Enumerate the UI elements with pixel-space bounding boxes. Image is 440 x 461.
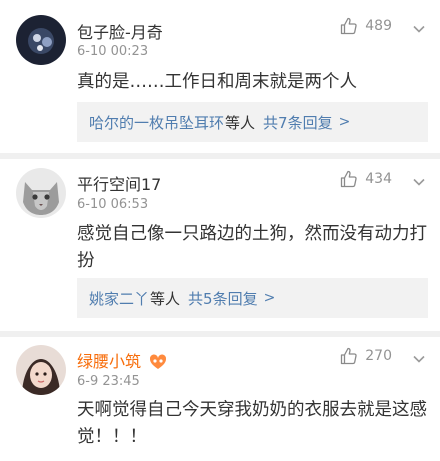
comment-text: 真的是……工作日和周末就是两个人	[77, 72, 357, 92]
chevron-down-icon[interactable]	[412, 175, 426, 189]
like-count: 434	[365, 171, 392, 187]
vip-badge-icon	[150, 354, 167, 369]
like-count: 270	[365, 348, 392, 364]
thumbs-up-icon	[341, 170, 357, 188]
comment-1: 包子脸-月奇 6-10 00:23 489 真的是……工作日和周末就是两个人 哈…	[0, 0, 440, 150]
timestamp: 6-10 00:23	[77, 44, 149, 59]
replies-link[interactable]: 哈尔的一枚吊坠耳环 等人 共7条回复 >	[77, 102, 428, 142]
replies-link[interactable]: 姚家二丫 等人 共5条回复 >	[77, 278, 428, 318]
avatar[interactable]	[16, 168, 66, 218]
like-button[interactable]: 434	[340, 170, 392, 188]
reply-names[interactable]: 姚家二丫	[89, 288, 149, 309]
like-count: 489	[365, 18, 392, 34]
like-button[interactable]: 489	[340, 17, 392, 35]
chevron-down-icon[interactable]	[412, 22, 426, 36]
timestamp: 6-9 23:45	[77, 374, 140, 389]
username[interactable]: 包子脸-月奇	[77, 19, 163, 43]
reply-count[interactable]: 共7条回复	[263, 112, 333, 133]
comment-text: 天啊觉得自己今天穿我奶奶的衣服去就是这感觉！！！	[77, 400, 427, 447]
timestamp: 6-10 06:53	[77, 197, 149, 212]
chevron-down-icon[interactable]	[412, 352, 426, 366]
reply-etc: 等人	[225, 113, 256, 132]
thumbs-up-icon	[341, 17, 357, 35]
comment-text: 感觉自己像一只路边的土狗，然而没有动力打扮	[77, 224, 427, 271]
username[interactable]: 平行空间17	[77, 171, 161, 195]
like-button[interactable]: 270	[340, 347, 392, 365]
comment-2: 平行空间17 6-10 06:53 434 感觉自己像一只路边的土狗，然而没有动…	[0, 159, 440, 329]
chevron-right-icon: >	[263, 290, 276, 306]
avatar[interactable]	[16, 345, 66, 395]
reply-etc: 等人	[150, 289, 181, 308]
thumbs-up-icon	[341, 347, 357, 365]
username-text[interactable]: 绿腰小筑	[77, 352, 141, 371]
comment-3: 绿腰小筑 6-9 23:45 270 天啊觉得自己今天穿我奶奶的衣服去就是这感觉…	[0, 337, 440, 461]
username[interactable]: 绿腰小筑	[77, 348, 167, 372]
avatar[interactable]	[16, 15, 66, 65]
reply-count[interactable]: 共5条回复	[188, 288, 258, 309]
reply-names[interactable]: 哈尔的一枚吊坠耳环	[89, 112, 224, 133]
chevron-right-icon: >	[338, 114, 351, 130]
